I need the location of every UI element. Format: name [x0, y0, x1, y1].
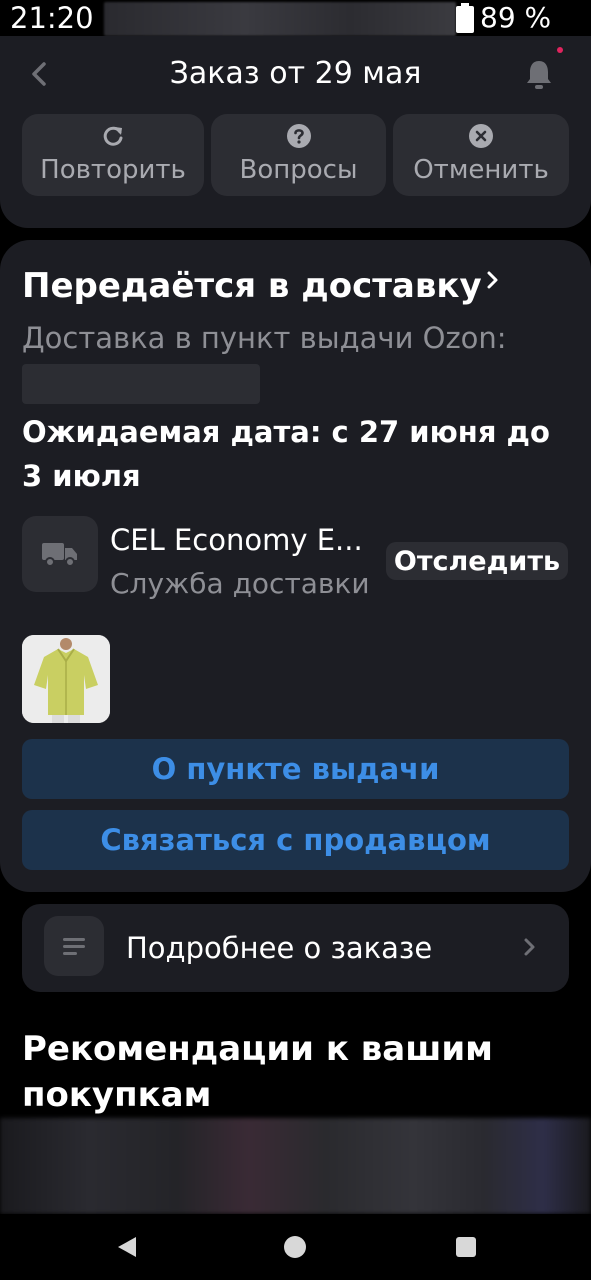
- list-icon: [44, 916, 104, 976]
- questions-button[interactable]: Вопросы: [211, 114, 386, 196]
- shirt-image: [22, 635, 110, 723]
- delivery-status-title[interactable]: Передаётся в доставку: [22, 262, 482, 310]
- question-icon: [286, 124, 311, 148]
- contact-seller-button[interactable]: Связаться с продавцом: [22, 810, 569, 870]
- cancel-order-button[interactable]: Отменить: [393, 114, 569, 196]
- truck-icon: [22, 516, 98, 592]
- nav-home-icon[interactable]: [284, 1236, 306, 1258]
- recommendations-title: Рекомендации к вашим покупкам: [22, 1029, 493, 1115]
- refresh-icon: [101, 124, 125, 148]
- recommendations-carousel-blurred[interactable]: [0, 1118, 591, 1214]
- bell-icon[interactable]: [522, 56, 556, 92]
- status-notifications-blurred: [104, 2, 456, 36]
- nav-back-icon[interactable]: [116, 1236, 138, 1258]
- repeat-order-label: Повторить: [40, 155, 186, 185]
- chevron-right-icon: [524, 938, 535, 956]
- notification-dot: [557, 47, 563, 53]
- order-details-label: Подробнее о заказе: [126, 931, 433, 965]
- product-thumbnail[interactable]: [22, 635, 110, 723]
- order-details-row[interactable]: Подробнее о заказе: [22, 904, 569, 992]
- battery-percent: 89 %: [480, 1, 552, 34]
- carrier-name: CEL Economy E...: [110, 523, 363, 557]
- chevron-right-icon[interactable]: [485, 270, 501, 290]
- pickup-point-info-button[interactable]: О пункте выдачи: [22, 739, 569, 799]
- track-button[interactable]: Отследить: [386, 542, 568, 580]
- page-title: Заказ от 29 мая: [169, 56, 422, 91]
- questions-label: Вопросы: [239, 155, 358, 185]
- repeat-order-button[interactable]: Повторить: [22, 114, 204, 196]
- battery-icon: [456, 3, 474, 33]
- nav-recent-apps-icon[interactable]: [456, 1237, 476, 1257]
- status-bar: 21:20 89 %: [0, 0, 591, 36]
- status-time: 21:20: [10, 1, 94, 35]
- cancel-order-label: Отменить: [413, 155, 549, 185]
- expected-delivery-date: Ожидаемая дата: с 27 июня до 3 июля: [22, 415, 550, 493]
- carrier-subtitle: Служба доставки: [110, 567, 370, 600]
- pickup-address-redacted: [22, 364, 260, 404]
- delivery-type: Доставка в пункт выдачи Ozon:: [22, 321, 507, 355]
- cancel-icon: [469, 124, 493, 148]
